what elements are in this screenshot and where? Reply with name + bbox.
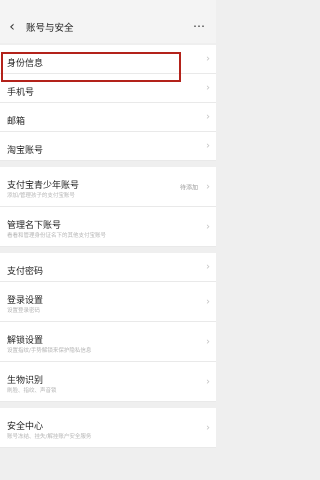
chevron-right-icon: › (206, 111, 210, 123)
row-subtitle: 设置指纹/手势解锁来保护隐私信息 (7, 348, 92, 354)
back-icon[interactable]: ‹ (4, 17, 20, 37)
row-label: 邮箱 (7, 117, 26, 127)
chevron-right-icon: › (206, 296, 210, 307)
row-label: 淘宝账号 (7, 146, 44, 156)
more-icon[interactable]: ⋯ (190, 17, 208, 35)
chevron-right-icon: › (206, 140, 210, 152)
row-subtitle: 设置登录密码 (7, 308, 41, 314)
row-taobao-account[interactable]: 淘宝账号 › (0, 132, 216, 161)
row-payment-password[interactable]: 支付密码 › (0, 253, 216, 282)
settings-list: 身份信息 › 手机号 › 邮箱 › 淘宝账号 › 支付宝青少年账号 添加/管理孩… (0, 45, 216, 448)
row-subtitle: 账号冻结、挂失/解挂账户安全服务 (7, 434, 92, 440)
chevron-right-icon: › (206, 422, 210, 433)
row-label: 支付宝青少年账号 (7, 181, 80, 191)
highlight-box (1, 52, 181, 82)
row-label: 登录设置 (7, 296, 44, 306)
row-email[interactable]: 邮箱 › (0, 103, 216, 132)
row-subtitle: 刷脸、指纹、声音锁 (7, 388, 57, 394)
row-label: 管理名下账号 (7, 221, 62, 231)
row-manage-accounts[interactable]: 管理名下账号 看看和管理身份证名下的其他支付宝账号 › (0, 207, 216, 247)
row-label: 生物识别 (7, 376, 44, 386)
row-teen-account[interactable]: 支付宝青少年账号 添加/管理孩子的支付宝账号 待添加 › (0, 167, 216, 207)
top-bar: ‹ 账号与安全 ⋯ (0, 11, 216, 43)
row-biometrics[interactable]: 生物识别 刷脸、指纹、声音锁 › (0, 362, 216, 402)
row-subtitle: 添加/管理孩子的支付宝账号 (7, 193, 75, 199)
row-label: 解锁设置 (7, 336, 44, 346)
status-bar (0, 0, 216, 11)
row-unlock-settings[interactable]: 解锁设置 设置指纹/手势解锁来保护隐私信息 › (0, 322, 216, 362)
row-subtitle: 看看和管理身份证名下的其他支付宝账号 (7, 233, 107, 239)
row-value: 待添加 (179, 184, 198, 191)
chevron-right-icon: › (206, 376, 210, 387)
row-label: 手机号 (7, 88, 35, 98)
chevron-right-icon: › (206, 221, 210, 232)
row-security-center[interactable]: 安全中心 账号冻结、挂失/解挂账户安全服务 › (0, 408, 216, 448)
page-title: 账号与安全 (26, 23, 74, 34)
chevron-right-icon: › (206, 82, 210, 94)
row-label: 安全中心 (7, 422, 44, 432)
row-login-settings[interactable]: 登录设置 设置登录密码 › (0, 282, 216, 322)
chevron-right-icon: › (206, 336, 210, 347)
row-label: 支付密码 (7, 267, 44, 277)
chevron-right-icon: › (206, 181, 210, 192)
chevron-right-icon: › (206, 261, 210, 273)
chevron-right-icon: › (206, 53, 210, 65)
